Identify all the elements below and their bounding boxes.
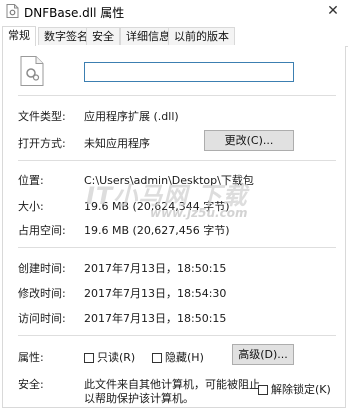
divider	[18, 335, 336, 336]
tab-strip: 常规 数字签名 安全 详细信息 以前的版本	[2, 26, 348, 47]
opens-with-value: 未知应用程序	[84, 137, 150, 150]
size-on-disk-value: 19.6 MB (20,627,456 字节)	[84, 224, 230, 237]
location-label: 位置:	[18, 174, 44, 187]
file-type-value: 应用程序扩展 (.dll)	[84, 110, 179, 123]
divider	[18, 247, 336, 248]
checkbox-box[interactable]	[152, 353, 162, 363]
hidden-label: 隐藏(H)	[165, 351, 204, 364]
dll-file-icon	[20, 56, 44, 86]
readonly-label: 只读(R)	[97, 351, 136, 364]
modified-value: 2017年7月13日，18:54:30	[84, 287, 227, 300]
file-name-field[interactable]	[84, 62, 294, 82]
title-bar: DNFBase.dll 属性 ✕	[0, 0, 350, 22]
hidden-checkbox[interactable]: 隐藏(H)	[152, 349, 204, 365]
modified-label: 修改时间:	[18, 287, 66, 300]
size-label: 大小:	[18, 200, 44, 213]
advanced-button[interactable]: 高级(D)...	[232, 344, 294, 365]
tab-general[interactable]: 常规	[2, 26, 36, 46]
file-type-label: 文件类型:	[18, 110, 66, 123]
file-name-input[interactable]	[85, 63, 293, 81]
tab-security[interactable]: 安全	[86, 27, 120, 45]
tab-previous-versions[interactable]: 以前的版本	[168, 27, 235, 45]
created-label: 创建时间:	[18, 262, 66, 275]
watermark-url: www.jz5u.com	[150, 206, 248, 220]
attributes-label: 属性:	[18, 351, 44, 364]
accessed-value: 2017年7月13日，18:50:15	[84, 312, 227, 325]
size-on-disk-label: 占用空间:	[18, 224, 66, 237]
checkbox-box[interactable]	[84, 353, 94, 363]
window-title: DNFBase.dll 属性	[24, 6, 125, 20]
unblock-checkbox[interactable]: 解除锁定(K)	[258, 381, 331, 397]
unblock-label: 解除锁定(K)	[271, 383, 331, 396]
security-text-line2: 以帮助保护该计算机。	[84, 392, 194, 405]
divider	[18, 160, 336, 161]
readonly-checkbox[interactable]: 只读(R)	[84, 349, 135, 365]
close-icon: ✕	[327, 3, 339, 19]
created-value: 2017年7月13日，18:50:15	[84, 262, 227, 275]
divider	[18, 95, 336, 96]
checkbox-box[interactable]	[258, 385, 268, 395]
opens-with-label: 打开方式:	[18, 137, 66, 150]
dll-file-icon	[6, 4, 19, 18]
close-button[interactable]: ✕	[320, 0, 346, 22]
security-label: 安全:	[18, 378, 44, 391]
change-button[interactable]: 更改(C)...	[204, 130, 294, 151]
accessed-label: 访问时间:	[18, 312, 66, 325]
